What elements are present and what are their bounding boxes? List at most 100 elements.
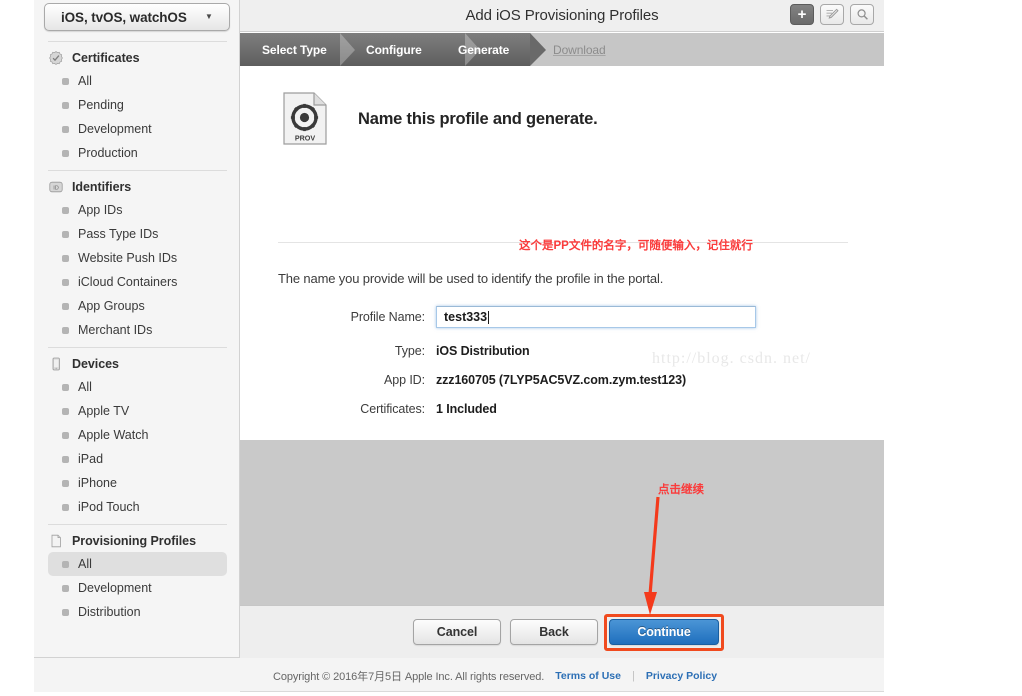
add-button[interactable]: +	[790, 4, 814, 25]
team-selector[interactable]: iOS, tvOS, watchOS ▼	[44, 3, 230, 31]
app-window: iOS, tvOS, watchOS ▼ Certificates All Pe…	[0, 0, 1022, 696]
sidebar-item-label: Apple Watch	[78, 428, 149, 442]
certificates-value: 1 Included	[436, 402, 497, 416]
sidebar-item-certificates-all[interactable]: All	[48, 69, 227, 93]
provisioning-profile-file-icon: PROV	[283, 92, 327, 145]
sidebar-item-profiles-development[interactable]: Development	[48, 576, 227, 600]
divider	[48, 347, 227, 348]
search-icon	[856, 9, 868, 20]
terms-of-use-link[interactable]: Terms of Use	[555, 670, 621, 682]
sidebar-item-website-push-ids[interactable]: Website Push IDs	[48, 246, 227, 270]
bullet-icon	[62, 302, 69, 310]
bullet-icon	[62, 230, 69, 238]
edit-button[interactable]	[820, 4, 844, 25]
sidebar-section-provisioning-profiles: Provisioning Profiles	[34, 530, 239, 552]
divider	[48, 41, 227, 42]
header-toolbar: +	[790, 4, 874, 25]
device-phone-icon	[48, 356, 64, 372]
continue-button[interactable]: Continue	[609, 619, 719, 645]
prov-icon-caption: PROV	[295, 134, 316, 143]
type-value: iOS Distribution	[436, 344, 530, 358]
bullet-icon	[62, 431, 69, 439]
main-panel: Add iOS Provisioning Profiles + Select T…	[240, 0, 884, 658]
sidebar-item-app-ids[interactable]: App IDs	[48, 198, 227, 222]
text-caret	[488, 310, 490, 324]
sidebar-section-label: Provisioning Profiles	[72, 534, 196, 548]
sidebar-item-pass-type-ids[interactable]: Pass Type IDs	[48, 222, 227, 246]
field-label: App ID:	[384, 373, 425, 387]
sidebar-item-profiles-distribution[interactable]: Distribution	[48, 600, 227, 624]
content-heading: Name this profile and generate.	[358, 110, 598, 128]
sidebar-item-label: Website Push IDs	[78, 251, 178, 265]
step-generate[interactable]: Generate	[458, 33, 509, 66]
sidebar-item-label: Pending	[78, 98, 124, 112]
sidebar-item-devices-all[interactable]: All	[48, 375, 227, 399]
sidebar: iOS, tvOS, watchOS ▼ Certificates All Pe…	[34, 0, 240, 658]
document-icon	[48, 533, 64, 549]
sidebar-item-label: All	[78, 557, 92, 571]
edit-pencil-icon	[826, 8, 839, 19]
right-margin	[884, 0, 1022, 696]
sidebar-item-ipod-touch[interactable]: iPod Touch	[48, 495, 227, 519]
sidebar-item-label: iPhone	[78, 476, 117, 490]
id-badge-icon: ID	[48, 179, 64, 195]
field-label: Type:	[394, 344, 425, 358]
search-button[interactable]	[850, 4, 874, 25]
team-selector-value: iOS, tvOS, watchOS	[61, 9, 187, 25]
copyright-text: Copyright © 2016年7月5日 Apple Inc. All rig…	[273, 670, 545, 683]
profile-name-input[interactable]: test333	[436, 306, 756, 328]
sidebar-item-merchant-ids[interactable]: Merchant IDs	[48, 318, 227, 342]
bullet-icon	[62, 101, 69, 109]
bullet-icon	[62, 278, 69, 286]
sidebar-section-certificates: Certificates	[34, 47, 239, 69]
sidebar-item-profiles-all[interactable]: All	[48, 552, 227, 576]
privacy-policy-link[interactable]: Privacy Policy	[646, 670, 717, 682]
sidebar-item-label: App Groups	[78, 299, 145, 313]
bullet-icon	[62, 383, 69, 391]
profile-name-value: test333	[444, 310, 488, 324]
step-download[interactable]: Download	[553, 33, 606, 66]
sidebar-section-label: Identifiers	[72, 180, 132, 194]
sidebar-item-icloud-containers[interactable]: iCloud Containers	[48, 270, 227, 294]
sidebar-item-iphone[interactable]: iPhone	[48, 471, 227, 495]
bullet-icon	[62, 608, 69, 616]
sidebar-nav: Certificates All Pending Development Pro…	[34, 36, 239, 656]
sidebar-item-label: All	[78, 380, 92, 394]
chevron-down-icon: ▼	[205, 12, 213, 21]
sidebar-item-certificates-development[interactable]: Development	[48, 117, 227, 141]
sidebar-item-label: Pass Type IDs	[78, 227, 159, 241]
footer-divider	[240, 691, 884, 692]
sidebar-item-label: Production	[78, 146, 138, 160]
red-arrow-annotation	[644, 496, 660, 615]
bullet-icon	[62, 560, 69, 568]
bullet-icon	[62, 125, 69, 133]
step-select-type[interactable]: Select Type	[262, 33, 327, 66]
cancel-button[interactable]: Cancel	[413, 619, 501, 645]
sidebar-item-label: Apple TV	[78, 404, 130, 418]
divider	[48, 170, 227, 171]
form-row-profile-name: Profile Name: test333	[278, 304, 858, 330]
sidebar-item-app-groups[interactable]: App Groups	[48, 294, 227, 318]
bullet-icon	[62, 254, 69, 262]
sidebar-section-label: Devices	[72, 357, 119, 371]
divider	[48, 524, 227, 525]
sidebar-section-identifiers: ID Identifiers	[34, 176, 239, 198]
sidebar-item-certificates-production[interactable]: Production	[48, 141, 227, 165]
bullet-icon	[62, 206, 69, 214]
step-progress-bar: Select Type Configure Generate Download	[240, 33, 884, 66]
left-margin	[0, 0, 34, 696]
sidebar-item-label: App IDs	[78, 203, 123, 217]
sidebar-item-ipad[interactable]: iPad	[48, 447, 227, 471]
bullet-icon	[62, 503, 69, 511]
sidebar-item-certificates-pending[interactable]: Pending	[48, 93, 227, 117]
bullet-icon	[62, 149, 69, 157]
back-button[interactable]: Back	[510, 619, 598, 645]
step-configure[interactable]: Configure	[366, 33, 422, 66]
sidebar-item-apple-tv[interactable]: Apple TV	[48, 399, 227, 423]
content-body: PROV Name this profile and generate. The…	[240, 66, 884, 440]
page-footer: Copyright © 2016年7月5日 Apple Inc. All rig…	[240, 659, 884, 692]
action-bar: Cancel Back Continue	[240, 605, 884, 658]
sidebar-item-label: iCloud Containers	[78, 275, 178, 289]
sidebar-item-apple-watch[interactable]: Apple Watch	[48, 423, 227, 447]
bullet-icon	[62, 407, 69, 415]
